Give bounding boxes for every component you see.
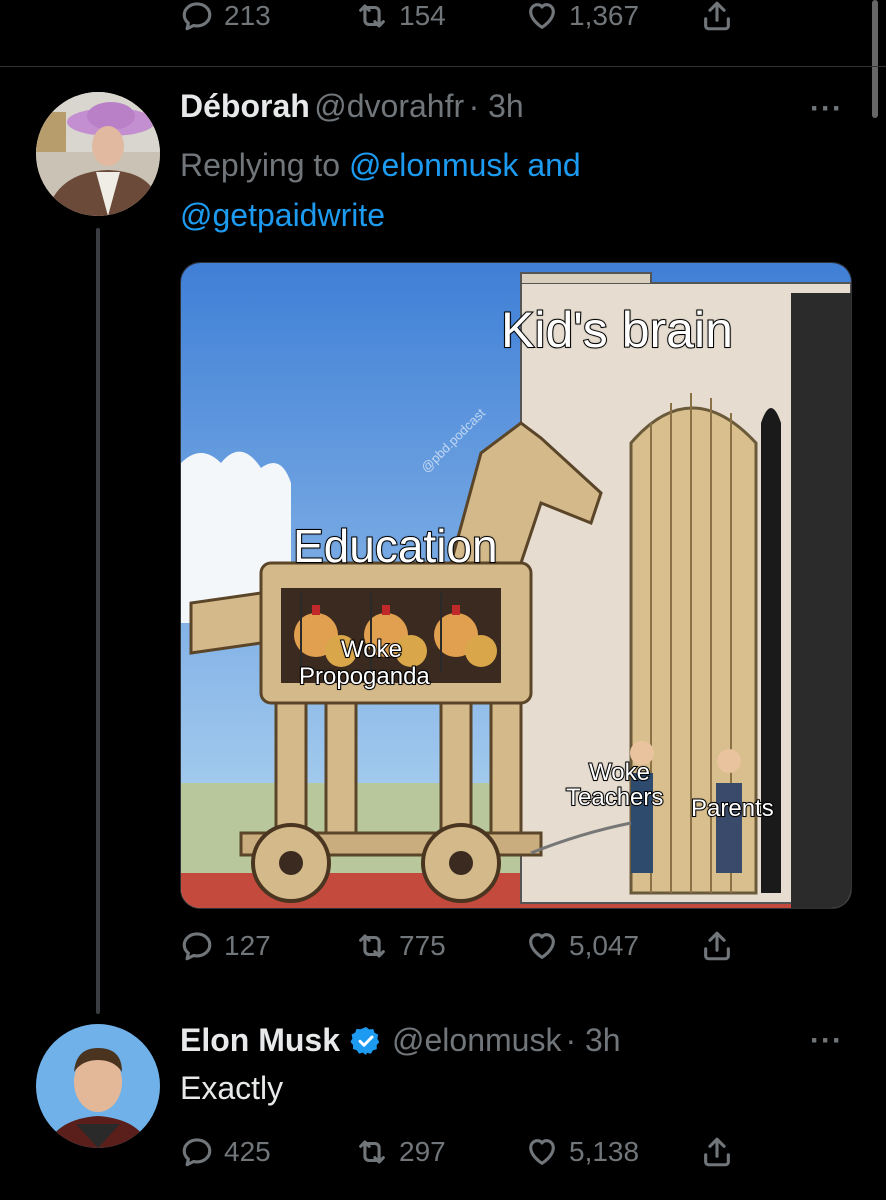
retweet-count: 775 <box>399 930 446 961</box>
share-button[interactable] <box>700 0 734 33</box>
scrollbar[interactable] <box>872 0 878 118</box>
like-button[interactable]: 5,138 <box>525 1135 639 1169</box>
replying-and: and <box>527 147 581 183</box>
share-icon <box>700 0 734 33</box>
reply-button[interactable]: 127 <box>180 929 271 963</box>
avatar-photo <box>36 1024 160 1148</box>
label-woke-propoganda-2: Propoganda <box>298 662 431 691</box>
thread-line <box>96 228 100 1014</box>
reply-icon <box>180 0 214 33</box>
avatar[interactable] <box>36 92 160 216</box>
retweet-count: 297 <box>399 1136 446 1167</box>
like-count: 1,367 <box>569 0 640 31</box>
share-icon <box>700 1135 734 1169</box>
top-tweet-actions: 213 154 1,367 <box>180 0 740 36</box>
tweet-actions: 127 775 5,047 <box>180 924 740 968</box>
display-name[interactable]: Déborah <box>180 88 310 124</box>
avatar[interactable] <box>36 1024 160 1148</box>
retweet-icon <box>355 929 389 963</box>
share-icon <box>700 929 734 963</box>
tweet-text: Exactly <box>180 1070 284 1106</box>
replying-to: Replying to @elonmusk and @getpaidwrite <box>180 140 740 240</box>
label-education: Education <box>292 519 499 573</box>
mention-link[interactable]: @getpaidwrite <box>180 197 385 233</box>
more-icon[interactable]: ··· <box>810 1024 843 1058</box>
tweet-actions: 425 297 5,138 <box>180 1130 740 1174</box>
label-woke-propoganda-1: Woke <box>340 635 403 664</box>
label-woke-teachers-2: Teachers <box>565 783 664 812</box>
verified-badge-icon <box>350 1025 382 1057</box>
like-count: 5,047 <box>569 930 640 961</box>
reply-button[interactable]: 213 <box>180 0 271 33</box>
user-handle[interactable]: @dvorahfr <box>314 88 464 124</box>
like-count: 5,138 <box>569 1136 640 1167</box>
tweet-image[interactable]: Kid's brain Education Woke Propoganda Wo… <box>180 262 852 909</box>
reply-button[interactable]: 425 <box>180 1135 271 1169</box>
share-button[interactable] <box>700 1135 734 1169</box>
reply-icon <box>180 929 214 963</box>
reply-count: 127 <box>224 930 271 961</box>
heart-icon <box>525 929 559 963</box>
label-woke-teachers-1: Woke <box>588 758 651 787</box>
reply-count: 213 <box>224 0 271 31</box>
retweet-icon <box>355 0 389 33</box>
display-name[interactable]: Elon Musk <box>180 1022 340 1059</box>
timestamp[interactable]: · 3h <box>469 88 524 124</box>
tweet-header: Déborah @dvorahfr · 3h <box>180 88 524 125</box>
share-button[interactable] <box>700 929 734 963</box>
avatar-photo <box>36 92 160 216</box>
tweet-header: Elon Musk @elonmusk · 3h <box>180 1022 621 1059</box>
user-handle[interactable]: @elonmusk <box>392 1022 561 1059</box>
reply-count: 425 <box>224 1136 271 1167</box>
retweet-count: 154 <box>399 0 446 31</box>
more-icon[interactable]: ··· <box>810 92 843 126</box>
label-parents: Parents <box>690 794 775 823</box>
replying-prefix: Replying to <box>180 147 341 183</box>
like-button[interactable]: 5,047 <box>525 929 639 963</box>
like-button[interactable]: 1,367 <box>525 0 639 33</box>
mention-link[interactable]: @elonmusk <box>349 147 518 183</box>
heart-icon <box>525 1135 559 1169</box>
retweet-button[interactable]: 154 <box>355 0 446 33</box>
reply-icon <box>180 1135 214 1169</box>
divider <box>0 66 886 67</box>
retweet-button[interactable]: 775 <box>355 929 446 963</box>
timestamp[interactable]: · 3h <box>565 1022 620 1059</box>
heart-icon <box>525 0 559 33</box>
retweet-button[interactable]: 297 <box>355 1135 446 1169</box>
label-kids-brain: Kid's brain <box>500 301 734 359</box>
retweet-icon <box>355 1135 389 1169</box>
